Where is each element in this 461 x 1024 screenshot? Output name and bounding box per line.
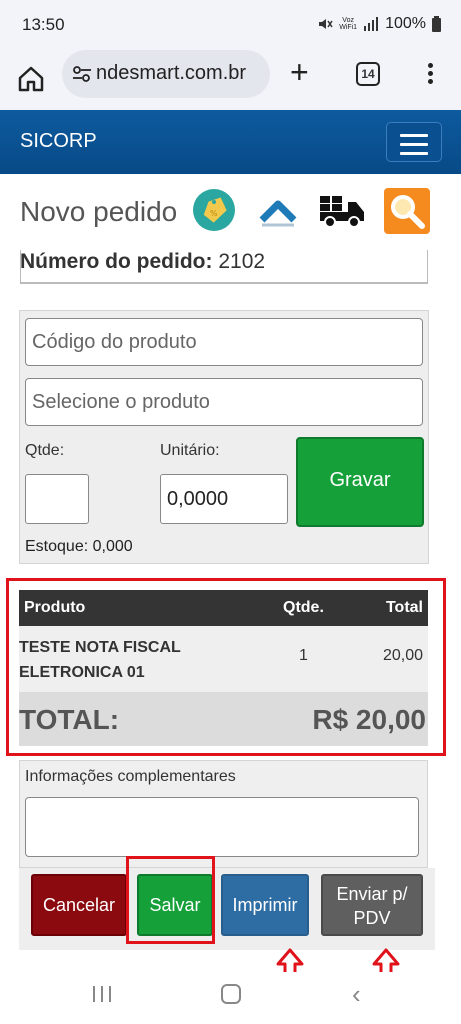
wifi-calling-icon: Voz WiFi1: [339, 17, 358, 31]
back-icon[interactable]: ‹: [352, 981, 361, 1007]
unit-price-label: Unitário:: [160, 442, 220, 459]
total-value: R$ 20,00: [312, 704, 426, 735]
total-row: TOTAL: R$ 20,00: [19, 692, 428, 746]
action-bar: Cancelar Salvar Imprimir Enviar p/ PDV: [19, 868, 435, 950]
status-bar: 13:50 Voz WiFi1 100%: [0, 0, 461, 50]
up-arrow-icon[interactable]: [258, 194, 298, 228]
home-button-icon[interactable]: [221, 984, 241, 1004]
page-header: Novo pedido %: [0, 180, 461, 242]
hamburger-menu-icon[interactable]: [386, 122, 442, 162]
additional-info-textarea[interactable]: [25, 797, 419, 857]
qty-label: Qtde:: [25, 442, 65, 459]
site-settings-icon[interactable]: [72, 64, 92, 84]
more-menu-icon[interactable]: [420, 60, 440, 88]
battery-icon: [432, 16, 441, 32]
col-product: Produto: [24, 599, 86, 616]
unit-price-input[interactable]: 0,0000: [160, 474, 288, 524]
total-label: TOTAL:: [19, 704, 120, 735]
send-to-pdv-button[interactable]: Enviar p/ PDV: [321, 874, 423, 936]
order-number-field: Número do pedido: 2102: [20, 250, 428, 284]
price-tag-icon[interactable]: %: [192, 188, 236, 232]
brand-title[interactable]: SICORP: [20, 130, 97, 153]
svg-text:%: %: [210, 209, 218, 218]
product-code-input[interactable]: Código do produto: [25, 318, 423, 366]
save-item-button[interactable]: Gravar: [296, 437, 424, 527]
battery-percent: 100%: [385, 15, 426, 32]
additional-info-panel: Informações complementares: [19, 760, 428, 868]
page-title: Novo pedido: [20, 196, 178, 227]
recent-apps-icon[interactable]: [92, 984, 112, 1004]
qty-input[interactable]: [25, 474, 89, 524]
status-time: 13:50: [22, 15, 65, 34]
table-header: Produto Qtde. Total: [19, 590, 428, 626]
order-items-table: Produto Qtde. Total TESTE NOTA FISCAL EL…: [19, 590, 428, 746]
col-total: Total: [385, 599, 423, 616]
send-label-line1: Enviar p/: [336, 884, 408, 904]
browser-toolbar: ndesmart.com.br + 14: [0, 50, 461, 110]
truck-icon[interactable]: [318, 190, 366, 230]
url-text: ndesmart.com.br: [96, 62, 247, 84]
row-product: TESTE NOTA FISCAL ELETRONICA 01: [19, 639, 181, 681]
col-qty: Qtde.: [283, 599, 324, 616]
search-icon[interactable]: [384, 188, 430, 234]
print-button[interactable]: Imprimir: [221, 874, 309, 936]
order-number-value: 2102: [218, 250, 266, 273]
new-tab-icon[interactable]: +: [290, 56, 309, 88]
mute-icon: [319, 19, 333, 29]
status-icons: Voz WiFi1 100%: [317, 15, 441, 33]
tabs-icon[interactable]: 14: [356, 62, 380, 86]
home-icon[interactable]: [16, 64, 46, 94]
product-select[interactable]: Selecione o produto: [25, 378, 423, 426]
row-total: 20,00: [382, 647, 423, 664]
order-number-label: Número do pedido:: [20, 250, 213, 273]
row-qty: 1: [299, 647, 308, 664]
cancel-button[interactable]: Cancelar: [31, 874, 127, 936]
send-label-line2: PDV: [353, 908, 391, 928]
app-navbar: SICORP: [0, 110, 461, 174]
product-entry-panel: Código do produto Selecione o produto Qt…: [19, 310, 429, 564]
address-bar[interactable]: ndesmart.com.br: [62, 50, 270, 98]
signal-icon: [364, 17, 379, 31]
table-row[interactable]: TESTE NOTA FISCAL ELETRONICA 01 1 20,00: [19, 626, 428, 692]
additional-info-label: Informações complementares: [25, 768, 236, 785]
system-navigation-bar: ‹: [0, 972, 461, 1024]
stock-label: Estoque: 0,000: [25, 538, 133, 555]
save-highlight-frame: [126, 856, 215, 944]
